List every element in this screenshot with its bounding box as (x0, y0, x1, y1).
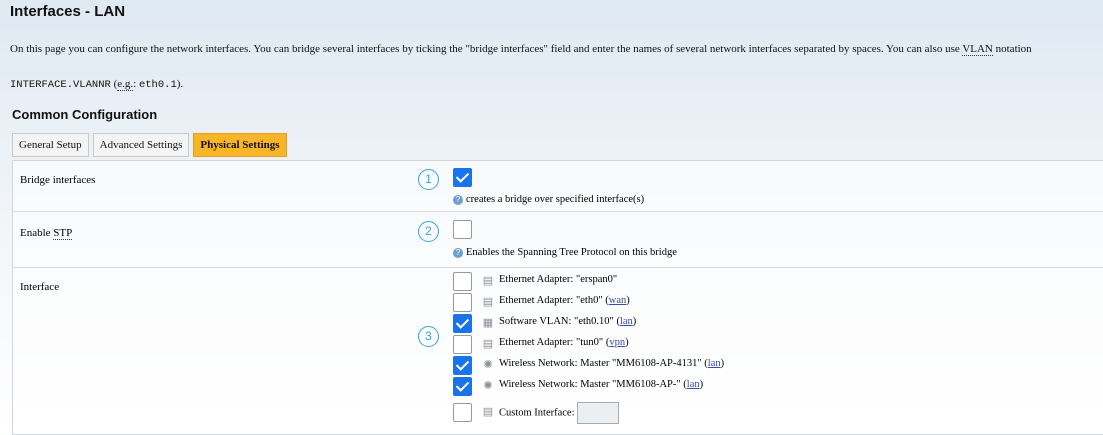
marker-3: 3 (418, 326, 439, 347)
network-link-wan[interactable]: wan (609, 295, 627, 306)
interface-option-erspan0: ▤ Ethernet Adapter: "erspan0" (453, 271, 853, 291)
interface-checkbox[interactable] (453, 356, 472, 375)
interface-option-eth0: ▤ Ethernet Adapter: "eth0" (wan) (453, 292, 853, 312)
marker-2: 2 (418, 221, 439, 242)
interface-option-label: Wireless Network: Master "MM6108-AP-" (l… (499, 379, 704, 390)
interface-checkbox[interactable] (453, 272, 472, 291)
stp-help: ? Enables the Spanning Tree Protocol on t… (453, 247, 677, 258)
custom-interface-input[interactable] (576, 402, 619, 424)
tab-physical-settings[interactable]: Physical Settings (193, 133, 287, 157)
enable-stp-checkbox[interactable] (453, 220, 472, 239)
settings-panel: Bridge interfaces 1 ? creates a bridge ov… (12, 160, 1103, 435)
help-icon: ? (453, 247, 463, 258)
intro-text-2: INTERFACE.VLANNR (e.g.: eth0.1). (10, 78, 184, 91)
bridge-help: ? creates a bridge over specified interfa… (453, 194, 644, 205)
enable-stp-row: Enable STP 2 ? Enables the Spanning Tree … (13, 212, 1103, 268)
vlan-icon: ▦ (482, 317, 494, 329)
interface-option-label: Ethernet Adapter: "tun0" (vpn) (499, 337, 629, 348)
tab-general-setup[interactable]: General Setup (12, 133, 89, 157)
interface-option-label: Ethernet Adapter: "eth0" (wan) (499, 295, 630, 306)
interface-option-label: Ethernet Adapter: "erspan0" (499, 274, 618, 285)
wireless-icon: ✺ (483, 380, 493, 392)
tab-advanced-settings[interactable]: Advanced Settings (92, 133, 190, 157)
ethernet-icon: ▤ (482, 296, 494, 308)
ethernet-icon: ▤ (482, 406, 494, 418)
interface-option-eth0-10: ▦ Software VLAN: "eth0.10" (lan) (453, 313, 853, 333)
vlan-abbr: VLAN (962, 43, 993, 56)
network-link-lan[interactable]: lan (620, 316, 633, 327)
section-title: Common Configuration (12, 107, 158, 122)
marker-1: 1 (418, 169, 439, 190)
interface-checkbox[interactable] (453, 293, 472, 312)
intro-text: On this page you can configure the netwo… (10, 43, 1032, 56)
interface-checkbox[interactable] (453, 377, 472, 396)
interface-option-label: Wireless Network: Master "MM6108-AP-4131… (499, 358, 725, 369)
interface-checkbox[interactable] (453, 314, 472, 333)
bridge-interfaces-checkbox[interactable] (453, 168, 472, 187)
tab-bar: General Setup Advanced Settings Physical… (12, 133, 287, 157)
interface-option-wlan-4131: ✺ Wireless Network: Master "MM6108-AP-41… (453, 355, 853, 375)
interface-option-tun0: ▤ Ethernet Adapter: "tun0" (vpn) (453, 334, 853, 354)
network-link-lan[interactable]: lan (687, 379, 700, 390)
enable-stp-label: Enable STP (20, 227, 73, 240)
interface-option-label: Custom Interface: (499, 402, 619, 424)
ethernet-icon: ▤ (482, 338, 494, 350)
interface-option-label: Software VLAN: "eth0.10" (lan) (499, 316, 637, 327)
wireless-icon: ✺ (483, 359, 493, 371)
network-link-lan[interactable]: lan (708, 358, 721, 369)
help-icon: ? (453, 194, 463, 205)
interface-option-custom: ▤ Custom Interface: (453, 400, 853, 424)
interface-checkbox[interactable] (453, 403, 472, 422)
ethernet-icon: ▤ (482, 275, 494, 287)
interface-label: Interface (20, 281, 60, 293)
interface-option-wlan-ap: ✺ Wireless Network: Master "MM6108-AP-" … (453, 376, 853, 396)
bridge-interfaces-row: Bridge interfaces 1 ? creates a bridge ov… (13, 161, 1103, 212)
interface-checkbox[interactable] (453, 335, 472, 354)
network-link-vpn[interactable]: vpn (609, 337, 625, 348)
interface-row: Interface 3 ▤ Ethernet Adapter: "erspan0… (13, 268, 1103, 434)
bridge-interfaces-label: Bridge interfaces (20, 174, 96, 186)
page-title: Interfaces - LAN (10, 3, 126, 20)
